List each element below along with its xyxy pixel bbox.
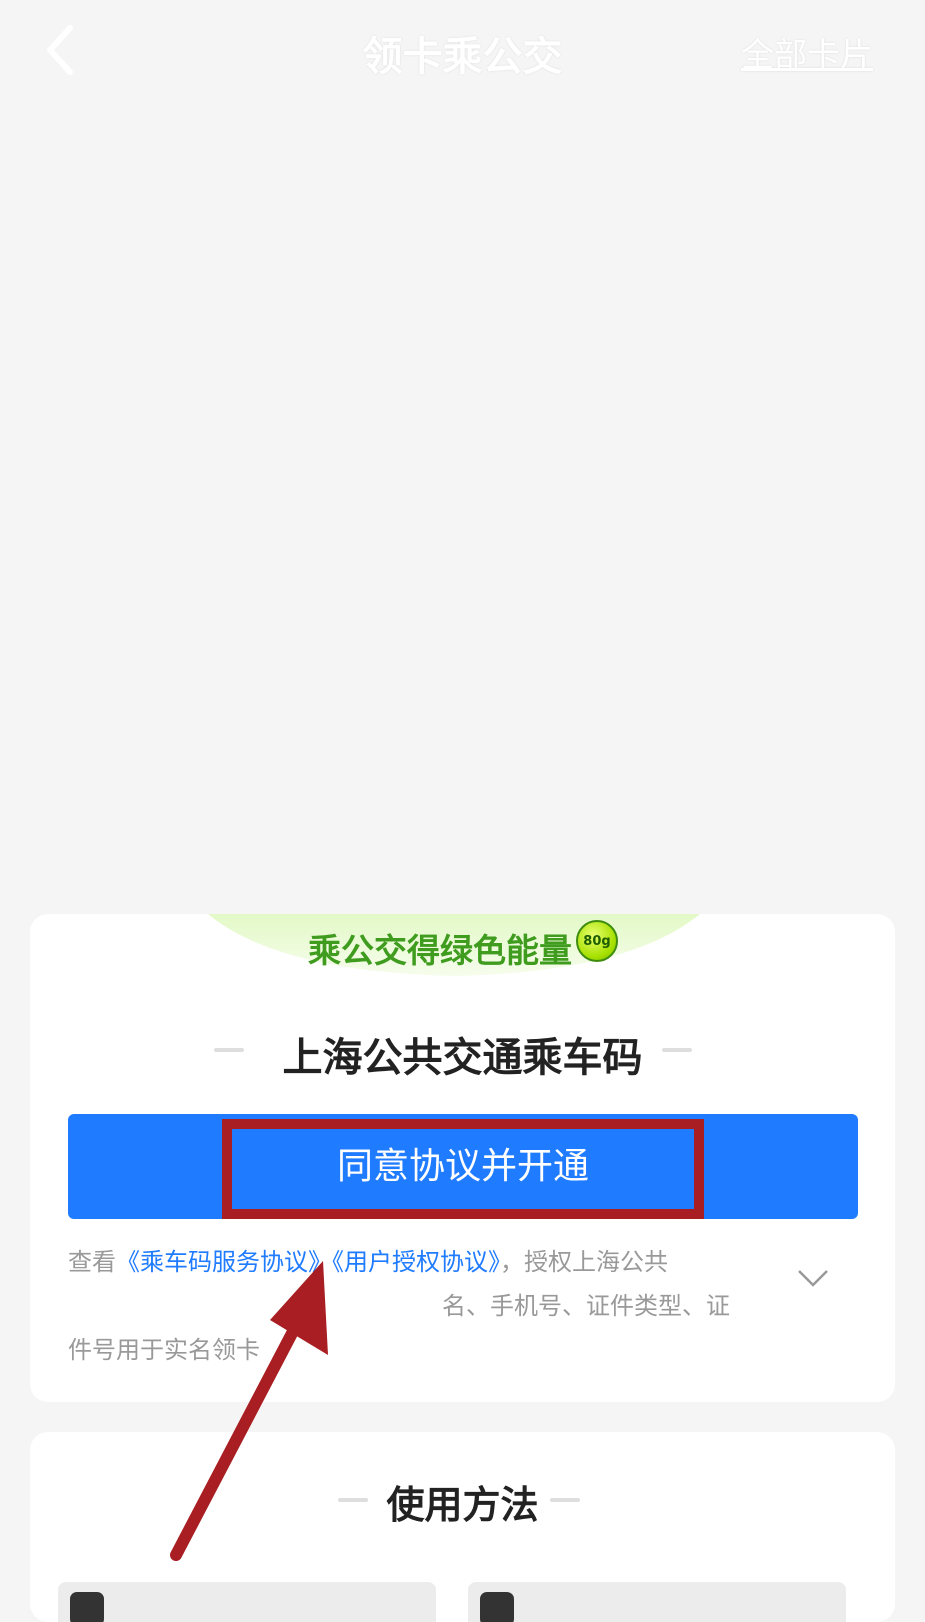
all-cards-link[interactable]: 全部卡片 bbox=[741, 28, 873, 76]
watermark-url: jingyan.baidu.com bbox=[714, 1538, 853, 1556]
user-auth-agreement-link[interactable]: 《用户授权协议》 bbox=[332, 1248, 500, 1276]
card-title: 上海公共交通乘车码 bbox=[282, 1035, 643, 1081]
agreement-prefix: 查看 bbox=[68, 1248, 116, 1276]
usage-dash-right bbox=[550, 1498, 580, 1502]
energy-badge: 80g bbox=[576, 920, 618, 962]
agree-and-open-button[interactable]: 同意协议并开通 bbox=[68, 1114, 858, 1219]
usage-step-thumb bbox=[58, 1582, 436, 1622]
baidu-watermark: Baidu经验 jingyan.baidu.com bbox=[708, 1494, 888, 1568]
bus-card-panel: 乘公交得绿色能量 80g 上海公共交通乘车码 同意协议并开通 查看《乘车码服务协… bbox=[30, 914, 895, 1402]
green-energy-text: 乘公交得绿色能量 bbox=[308, 931, 572, 970]
phone-icon bbox=[70, 1592, 104, 1622]
watermark-logo-text: Baidu经验 bbox=[712, 1502, 869, 1537]
agreement-text-3: 件号用于实名领卡 bbox=[68, 1336, 260, 1364]
nav-bar: 领卡乘公交 全部卡片 bbox=[0, 0, 925, 100]
chevron-down-icon[interactable] bbox=[796, 1266, 830, 1290]
title-dash-right bbox=[662, 1048, 692, 1052]
agreement-text: 查看《乘车码服务协议》《用户授权协议》，授权上海公共 名、手机号、证件类型、证 … bbox=[68, 1240, 808, 1372]
agreement-text-1: ，授权上海公共 bbox=[500, 1248, 668, 1276]
usage-step-thumb bbox=[468, 1582, 846, 1622]
agreement-text-2: 名、手机号、证件类型、证 bbox=[442, 1292, 730, 1320]
phone-icon bbox=[480, 1592, 514, 1622]
service-agreement-link[interactable]: 《乘车码服务协议》 bbox=[116, 1248, 332, 1276]
